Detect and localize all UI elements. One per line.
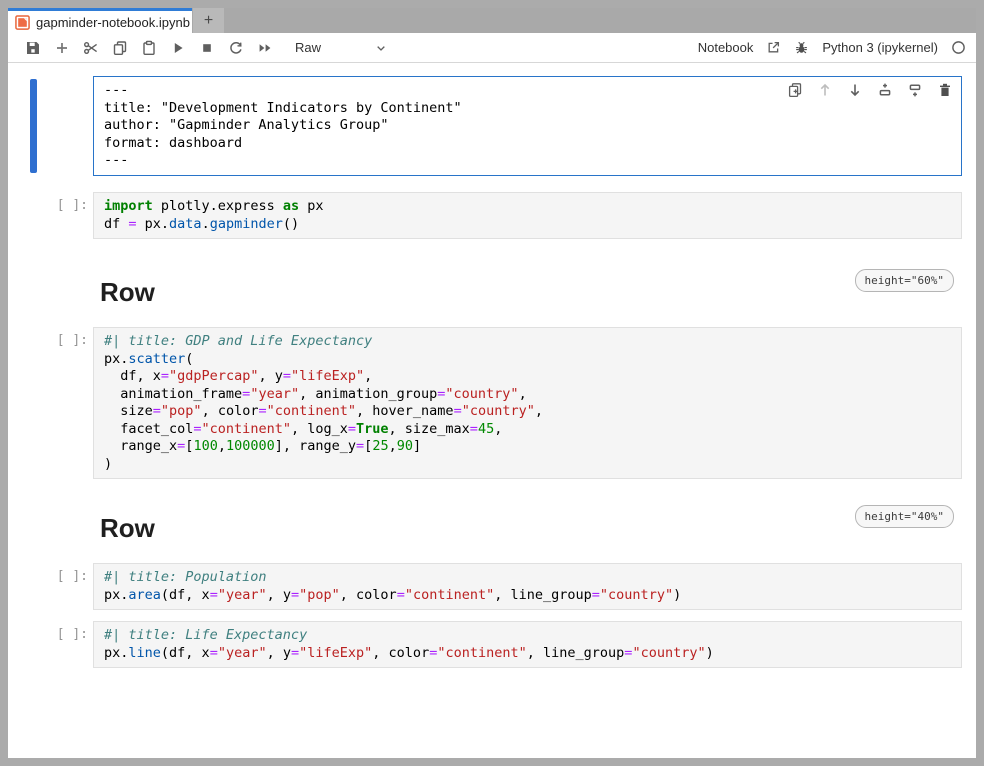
raw-cell-gutter	[8, 76, 93, 176]
kernel-name[interactable]: Python 3 (ipykernel)	[822, 40, 938, 55]
cell-toolbar	[786, 81, 953, 98]
code-source[interactable]: #| title: Life Expectancypx.line(df, x="…	[104, 627, 951, 662]
move-cell-down-icon[interactable]	[846, 81, 863, 98]
code-source[interactable]: #| title: Populationpx.area(df, x="year"…	[104, 569, 951, 604]
markdown-cell-row1[interactable]: Row height="60%"	[8, 269, 976, 327]
height-badge: height="40%"	[855, 505, 954, 528]
code-cell-editor-area[interactable]: #| title: Populationpx.area(df, x="year"…	[93, 563, 962, 610]
save-icon[interactable]	[18, 36, 47, 60]
toolbar-right-group: Notebook Python 3 (ipykernel)	[698, 40, 966, 55]
notebook-area: ---title: "Development Indicators by Con…	[8, 63, 976, 758]
insert-cell-below-icon[interactable]	[906, 81, 923, 98]
paste-cells-icon[interactable]	[134, 36, 163, 60]
restart-kernel-icon[interactable]	[221, 36, 250, 60]
cell-collapser[interactable]	[30, 79, 37, 173]
code-cell-row-area: [ ]: #| title: Populationpx.area(df, x="…	[8, 563, 976, 610]
row-heading: Row	[100, 269, 976, 308]
tab-label: gapminder-notebook.ipynb	[36, 15, 190, 30]
tab-bar: gapminder-notebook.ipynb × +	[8, 8, 976, 33]
height-badge: height="60%"	[855, 269, 954, 292]
raw-cell-editor[interactable]: ---title: "Development Indicators by Con…	[93, 76, 962, 176]
jupyterlab-window: gapminder-notebook.ipynb × +	[0, 0, 984, 766]
delete-cell-icon[interactable]	[936, 81, 953, 98]
notebook-mode-label[interactable]: Notebook	[698, 40, 754, 55]
run-icon[interactable]	[163, 36, 192, 60]
copy-cells-icon[interactable]	[105, 36, 134, 60]
tab-gapminder-notebook[interactable]: gapminder-notebook.ipynb ×	[8, 8, 192, 33]
move-cell-up-icon[interactable]	[816, 81, 833, 98]
input-prompt: [ ]:	[8, 192, 93, 239]
code-cell-row-line: [ ]: #| title: Life Expectancypx.line(df…	[8, 621, 976, 668]
input-prompt: [ ]:	[8, 327, 93, 479]
cell-type-dropdown[interactable]: Raw	[289, 38, 394, 57]
code-cell-editor-import[interactable]: import plotly.express as pxdf = px.data.…	[93, 192, 962, 239]
code-source[interactable]: import plotly.express as pxdf = px.data.…	[104, 198, 951, 233]
code-cell-row-scatter: [ ]: #| title: GDP and Life Expectancypx…	[8, 327, 976, 479]
new-tab-button[interactable]: +	[193, 8, 224, 33]
input-prompt: [ ]:	[8, 563, 93, 610]
duplicate-cell-icon[interactable]	[786, 81, 803, 98]
notebook-toolbar: Raw Notebook Python 3 (ipykernel)	[8, 33, 976, 63]
code-cell-editor-line[interactable]: #| title: Life Expectancypx.line(df, x="…	[93, 621, 962, 668]
code-cell-editor-scatter[interactable]: #| title: GDP and Life Expectancypx.scat…	[93, 327, 962, 479]
insert-cell-below-icon[interactable]	[47, 36, 76, 60]
bug-icon[interactable]	[794, 40, 809, 55]
notebook-icon	[15, 15, 30, 30]
restart-run-all-icon[interactable]	[250, 36, 279, 60]
insert-cell-above-icon[interactable]	[876, 81, 893, 98]
interrupt-kernel-icon[interactable]	[192, 36, 221, 60]
row-heading: Row	[100, 505, 976, 544]
cut-cells-icon[interactable]	[76, 36, 105, 60]
markdown-cell-row2[interactable]: Row height="40%"	[8, 505, 976, 563]
chevron-down-icon	[374, 41, 388, 55]
input-prompt: [ ]:	[8, 621, 93, 668]
kernel-idle-circle-icon[interactable]	[951, 40, 966, 55]
plus-icon: +	[204, 12, 213, 30]
code-cell-row-import: [ ]: import plotly.express as pxdf = px.…	[8, 192, 976, 239]
cell-type-value: Raw	[295, 40, 321, 55]
code-source[interactable]: #| title: GDP and Life Expectancypx.scat…	[104, 333, 951, 473]
external-link-icon[interactable]	[766, 40, 781, 55]
raw-cell-row: ---title: "Development Indicators by Con…	[8, 76, 976, 176]
